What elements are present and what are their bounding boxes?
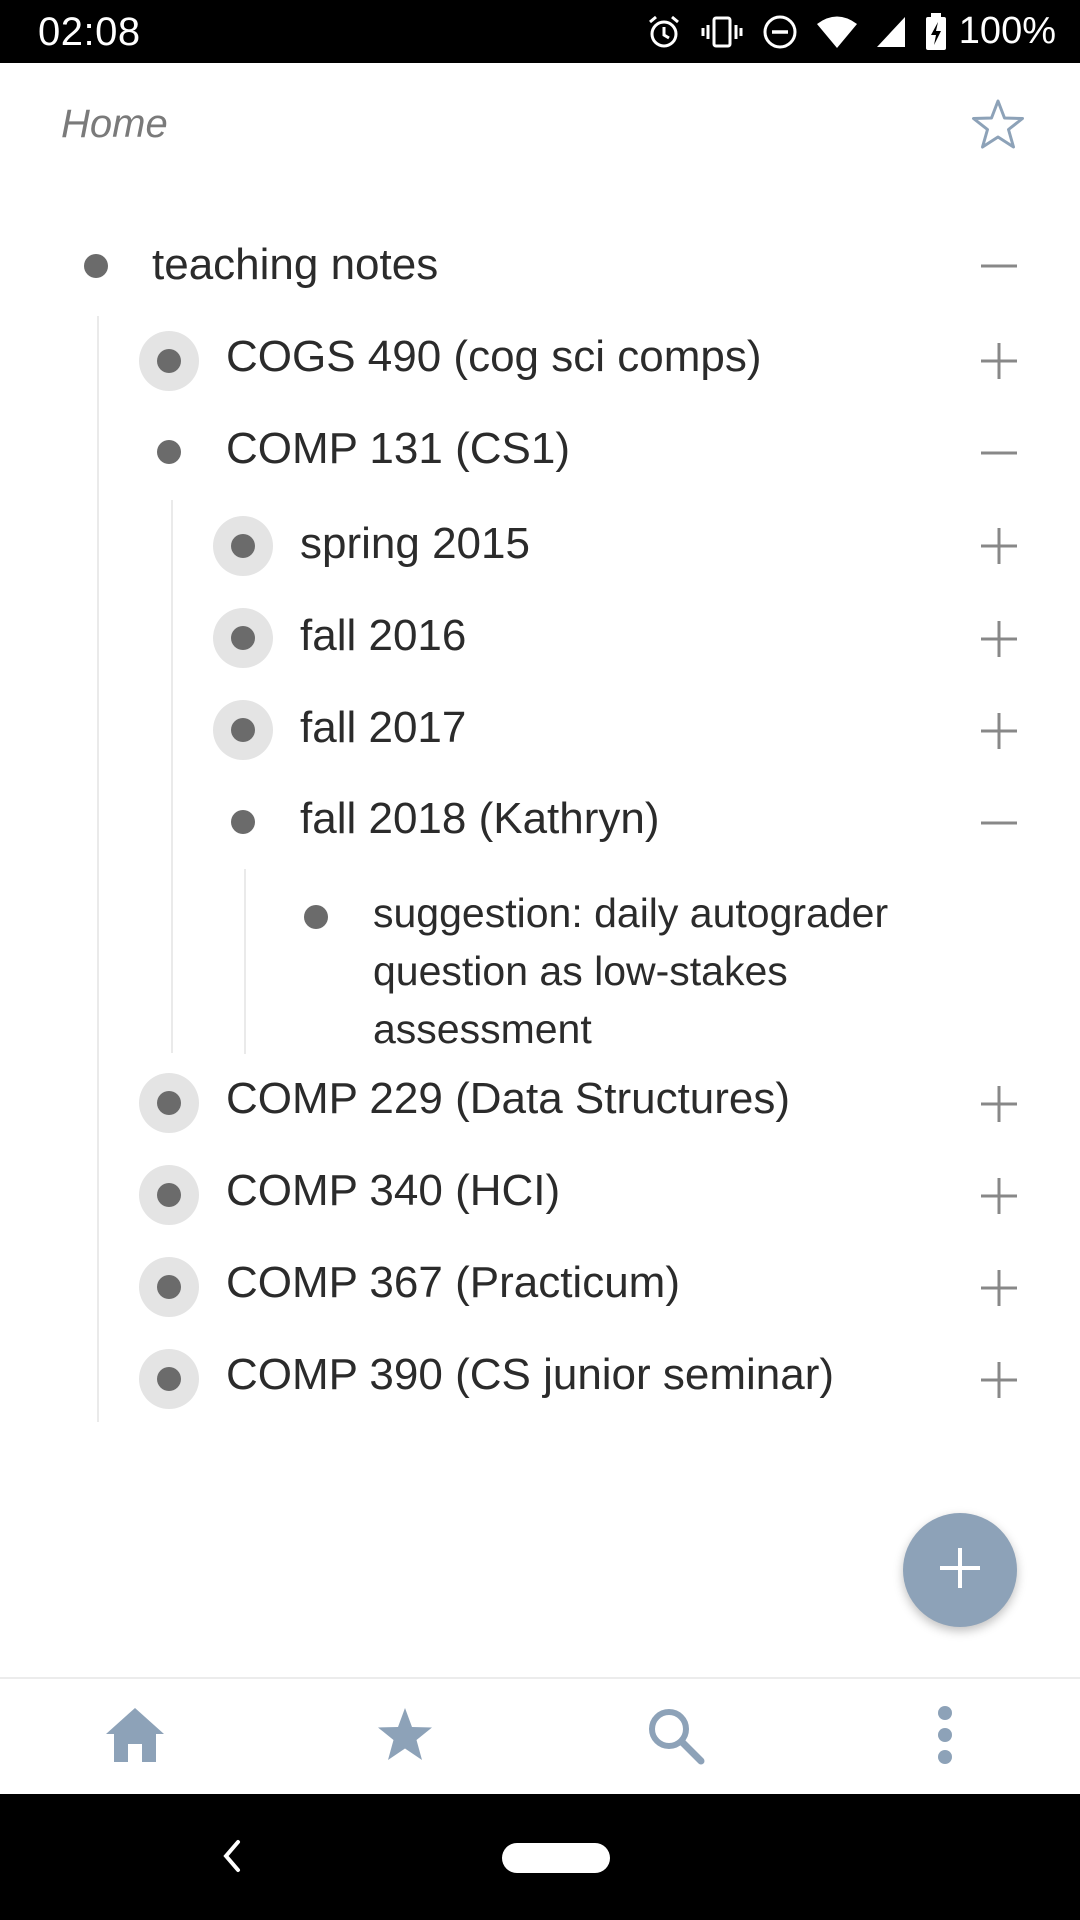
outline-item-label[interactable]: fall 2017 — [300, 699, 466, 757]
expand-icon[interactable] — [977, 1266, 1021, 1310]
battery-percentage: 100% — [958, 10, 1056, 52]
status-icons: 100% — [645, 0, 1056, 63]
status-bar: 02:08 100% — [0, 0, 1080, 63]
vibrate-icon — [701, 13, 743, 51]
bullet-collapsed[interactable] — [213, 608, 273, 668]
bullet-collapsed[interactable] — [139, 331, 199, 391]
expand-icon[interactable] — [977, 617, 1021, 661]
outline-item-label[interactable]: COMP 390 (CS junior seminar) — [226, 1346, 834, 1404]
search-icon — [645, 1705, 705, 1770]
indent-guide — [97, 316, 99, 1422]
bullet-collapsed[interactable] — [139, 1257, 199, 1317]
home-icon — [104, 1706, 166, 1769]
expand-icon[interactable] — [977, 1082, 1021, 1126]
outline-item-label[interactable]: COMP 340 (HCI) — [226, 1162, 560, 1220]
outline-item-label[interactable]: spring 2015 — [300, 515, 530, 573]
do-not-disturb-icon — [761, 13, 799, 51]
battery-charging-icon — [925, 12, 947, 51]
outline-item-label[interactable]: fall 2018 (Kathryn) — [300, 790, 660, 848]
outline-item-label[interactable]: COMP 229 (Data Structures) — [226, 1070, 790, 1128]
nav-favorites-button[interactable] — [270, 1679, 540, 1796]
alarm-icon — [645, 13, 683, 51]
outline-item-label[interactable]: suggestion: daily autograder question as… — [373, 884, 973, 1058]
bullet-leaf[interactable] — [286, 887, 346, 947]
add-item-button[interactable] — [903, 1513, 1017, 1627]
outline-item-label[interactable]: COGS 490 (cog sci comps) — [226, 328, 762, 386]
collapse-icon[interactable] — [977, 431, 1021, 475]
bottom-navigation — [0, 1677, 1080, 1796]
back-icon[interactable] — [218, 1838, 246, 1879]
expand-icon[interactable] — [977, 1358, 1021, 1402]
outline-item-label[interactable]: fall 2016 — [300, 607, 466, 665]
expand-icon[interactable] — [977, 1174, 1021, 1218]
expand-icon[interactable] — [977, 339, 1021, 383]
nav-more-button[interactable] — [810, 1679, 1080, 1796]
bullet-expanded[interactable] — [139, 422, 199, 482]
more-vert-icon — [933, 1705, 957, 1770]
bullet-collapsed[interactable] — [139, 1165, 199, 1225]
expand-icon[interactable] — [977, 709, 1021, 753]
collapse-icon[interactable] — [977, 244, 1021, 288]
signal-icon — [875, 15, 907, 49]
nav-home-button[interactable] — [0, 1679, 270, 1796]
outline-item-label[interactable]: COMP 367 (Practicum) — [226, 1254, 680, 1312]
bullet-collapsed[interactable] — [213, 516, 273, 576]
indent-guide — [171, 500, 173, 1053]
indent-guide — [244, 869, 246, 1054]
favorite-star-icon[interactable] — [968, 96, 1028, 156]
bullet-expanded[interactable] — [213, 792, 273, 852]
status-time: 02:08 — [38, 10, 141, 54]
bullet-collapsed[interactable] — [213, 700, 273, 760]
collapse-icon[interactable] — [977, 801, 1021, 845]
nav-search-button[interactable] — [540, 1679, 810, 1796]
bullet-collapsed[interactable] — [139, 1073, 199, 1133]
bullet-collapsed[interactable] — [139, 1349, 199, 1409]
outline-root-label[interactable]: teaching notes — [152, 236, 438, 294]
bullet-expanded[interactable] — [66, 236, 126, 296]
expand-icon[interactable] — [977, 524, 1021, 568]
wifi-icon — [816, 15, 857, 49]
system-home-button[interactable] — [502, 1843, 610, 1873]
outline-item-label[interactable]: COMP 131 (CS1) — [226, 420, 570, 478]
plus-icon — [936, 1544, 984, 1597]
page-title[interactable]: Home — [61, 102, 168, 147]
star-icon — [375, 1706, 435, 1769]
